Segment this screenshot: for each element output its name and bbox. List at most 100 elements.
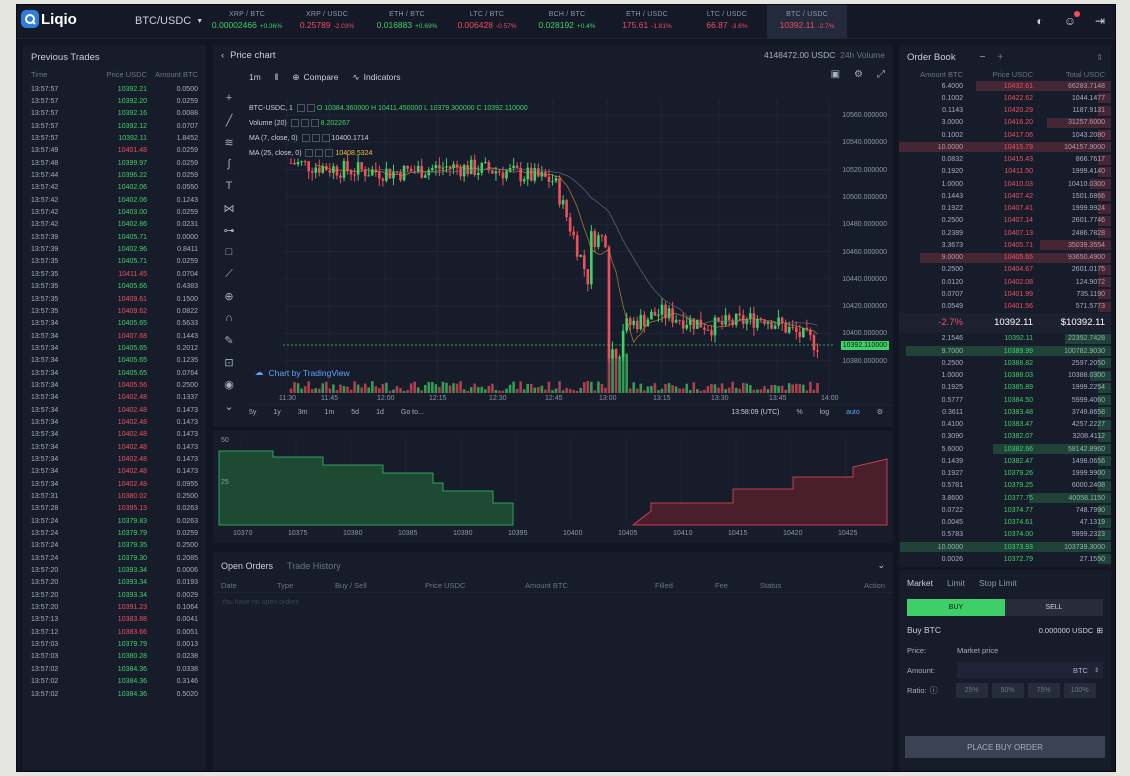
ask-row[interactable]: 0.2500 10407.14 2601.7746 — [899, 215, 1111, 227]
add-funds-icon[interactable]: ⊞ — [1096, 626, 1103, 635]
ask-row[interactable]: 0.1143 10420.29 1187.9131 — [899, 105, 1111, 117]
range-button[interactable]: 5d — [351, 409, 359, 416]
candle-body — [773, 325, 777, 329]
bid-row[interactable]: 0.5777 10384.50 5999.4060 — [899, 394, 1111, 406]
place-buy-order-button[interactable]: PLACE BUY ORDER — [905, 736, 1105, 758]
range-button[interactable]: 1m — [325, 409, 335, 416]
range-button[interactable]: 1d — [376, 409, 384, 416]
candle-body — [388, 168, 392, 179]
tab-trade-history[interactable]: Trade History — [287, 561, 341, 571]
sell-toggle[interactable]: SELL — [1005, 599, 1103, 616]
trade-time: 13:57:20 — [31, 604, 59, 612]
volume-bar — [773, 384, 777, 393]
ask-row[interactable]: 0.0832 10415.43 866.7617 — [899, 154, 1111, 166]
ask-row[interactable]: 3.3673 10405.71 35039.3554 — [899, 239, 1111, 251]
candle-body — [756, 318, 759, 328]
ask-row[interactable]: 3.0000 10416.20 31257.6000 — [899, 117, 1111, 129]
trade-time: 13:57:24 — [31, 517, 59, 525]
ticker-value: 0.25789 -2.03% — [287, 20, 367, 30]
ratio-button[interactable]: 50% — [991, 682, 1024, 698]
ask-row[interactable]: 9.0000 10405.65 93650.4900 — [899, 252, 1111, 264]
ask-row[interactable]: 0.0707 10401.99 735.1190 — [899, 288, 1111, 300]
zoom-out-button[interactable]: − — [980, 52, 986, 63]
theme-toggle-icon[interactable]: ◐ — [1033, 14, 1047, 28]
tradingview-badge[interactable]: ☁ Chart by TradingView — [255, 367, 350, 378]
stepper-icon[interactable]: ⇕ — [1094, 667, 1099, 674]
trade-amount: 1.8452 — [176, 135, 198, 143]
bid-row[interactable]: 0.3090 10382.07 3208.4112 — [899, 431, 1111, 443]
auto-toggle[interactable]: auto — [846, 409, 860, 416]
zoom-in-button[interactable]: + — [997, 52, 1003, 63]
bid-row[interactable]: 10.0000 10373.93 103739.3000 — [899, 541, 1111, 553]
notification-icon[interactable]: ☺ — [1063, 11, 1080, 28]
bid-row[interactable]: 0.1927 10379.26 1999.9900 — [899, 468, 1111, 480]
chart-settings-icon[interactable]: ⚙ — [877, 408, 883, 416]
ratio-button[interactable]: 100% — [1063, 682, 1096, 698]
logo[interactable]: Liqio — [21, 10, 77, 28]
sort-icon[interactable]: ⇕ — [1096, 53, 1103, 62]
range-button[interactable]: 1y — [273, 409, 280, 416]
bid-row[interactable]: 0.5783 10374.00 5999.2323 — [899, 529, 1111, 541]
symbol-label[interactable]: BTC-USDC, 1 — [249, 105, 293, 112]
ask-row[interactable]: 0.1002 10417.06 1043.2080 — [899, 129, 1111, 141]
ratio-button[interactable]: 25% — [955, 682, 988, 698]
bid-row[interactable]: 0.0045 10374.61 47.1319 — [899, 517, 1111, 529]
log-toggle[interactable]: log — [820, 409, 829, 416]
bid-row[interactable]: 5.6000 10382.66 58142.8960 — [899, 443, 1111, 455]
bid-row[interactable]: 0.2500 10388.82 2597.2050 — [899, 357, 1111, 369]
ticker-item[interactable]: LTC / BTC 0.006428 -0.57% — [447, 5, 527, 39]
ticker-name: XRP / USDC — [306, 11, 348, 18]
ticker-item[interactable]: XRP / BTC 0.00002466 +0.36% — [207, 5, 287, 39]
ask-row[interactable]: 0.1920 10411.50 1999.4140 — [899, 166, 1111, 178]
ma2-legend[interactable]: MA (25, close, 0) — [249, 150, 302, 157]
range-button[interactable]: 5y — [249, 409, 256, 416]
bid-row[interactable]: 0.5781 10379.25 6000.2408 — [899, 480, 1111, 492]
ticker-item[interactable]: XRP / USDC 0.25789 -2.03% — [287, 5, 367, 39]
ma1-legend[interactable]: MA (7, close, 0) — [249, 135, 298, 142]
percent-toggle[interactable]: % — [797, 409, 803, 416]
ask-row[interactable]: 0.0120 10402.08 124.9072 — [899, 276, 1111, 288]
tab-stop-limit[interactable]: Stop Limit — [979, 578, 1017, 588]
ask-row[interactable]: 6.4000 10432.61 66283.7148 — [899, 80, 1111, 92]
amount-input[interactable]: BTC ⇕ — [957, 662, 1103, 678]
tab-market[interactable]: Market — [907, 578, 933, 588]
ask-row[interactable]: 0.2500 10404.67 2601.0175 — [899, 264, 1111, 276]
ticker-item[interactable]: BTC / USDC 10392.11 -2.7% — [767, 5, 847, 39]
tab-limit[interactable]: Limit — [947, 578, 965, 588]
bid-row[interactable]: 0.3611 10383.48 3749.8658 — [899, 406, 1111, 418]
bid-row[interactable]: 2.1546 10392.11 22392.7428 — [899, 333, 1111, 345]
volume-legend[interactable]: Volume (20) — [249, 120, 287, 127]
ask-row[interactable]: 0.2389 10407.13 2486.7828 — [899, 227, 1111, 239]
logout-icon[interactable]: ⇥ — [1093, 14, 1107, 28]
ratio-button[interactable]: 75% — [1027, 682, 1060, 698]
trade-time: 13:57:57 — [31, 85, 59, 93]
bid-row[interactable]: 9.7000 10389.99 100782.9030 — [899, 345, 1111, 357]
bid-row[interactable]: 0.0722 10374.77 748.7990 — [899, 504, 1111, 516]
ticker-item[interactable]: ETH / USDC 175.61 -1.81% — [607, 5, 687, 39]
ask-row[interactable]: 0.0549 10401.56 571.5773 — [899, 301, 1111, 313]
trade-row: 13:57:34 10402.48 0.0955 — [23, 478, 206, 490]
ticker-item[interactable]: LTC / USDC 66.87 -3.6% — [687, 5, 767, 39]
range-button[interactable]: 3m — [298, 409, 308, 416]
ask-row[interactable]: 0.1002 10422.62 1044.1477 — [899, 92, 1111, 104]
trade-time: 13:57:24 — [31, 530, 59, 538]
trade-time: 13:57:42 — [31, 184, 59, 192]
range-button[interactable]: Go to... — [401, 409, 424, 416]
bid-row[interactable]: 0.0026 10372.79 27.1550 — [899, 553, 1111, 565]
ask-row[interactable]: 0.1443 10407.42 1501.6866 — [899, 190, 1111, 202]
bid-row[interactable]: 0.1925 10385.89 1999.2254 — [899, 382, 1111, 394]
ask-row[interactable]: 1.0000 10410.03 10410.0300 — [899, 178, 1111, 190]
collapse-chevron-icon[interactable]: ⌄ — [877, 560, 885, 571]
ticker-item[interactable]: ETH / BTC 0.016883 +0.69% — [367, 5, 447, 39]
bid-row[interactable]: 0.1439 10382.47 1498.0656 — [899, 455, 1111, 467]
buy-toggle[interactable]: BUY — [907, 599, 1005, 616]
bid-row[interactable]: 1.0000 10388.03 10388.0300 — [899, 370, 1111, 382]
pair-selector[interactable]: BTC/USDC ▼ — [135, 15, 203, 27]
tab-open-orders[interactable]: Open Orders — [221, 561, 273, 571]
ob-total: 6000.2408 — [1071, 482, 1105, 490]
bid-row[interactable]: 3.8600 10377.75 40058.1150 — [899, 492, 1111, 504]
ask-row[interactable]: 10.0000 10415.79 104157.9000 — [899, 141, 1111, 153]
ticker-item[interactable]: BCH / BTC 0.028192 +0.4% — [527, 5, 607, 39]
ask-row[interactable]: 0.1922 10407.41 1999.9924 — [899, 203, 1111, 215]
bid-row[interactable]: 0.4100 10383.47 4257.2227 — [899, 419, 1111, 431]
